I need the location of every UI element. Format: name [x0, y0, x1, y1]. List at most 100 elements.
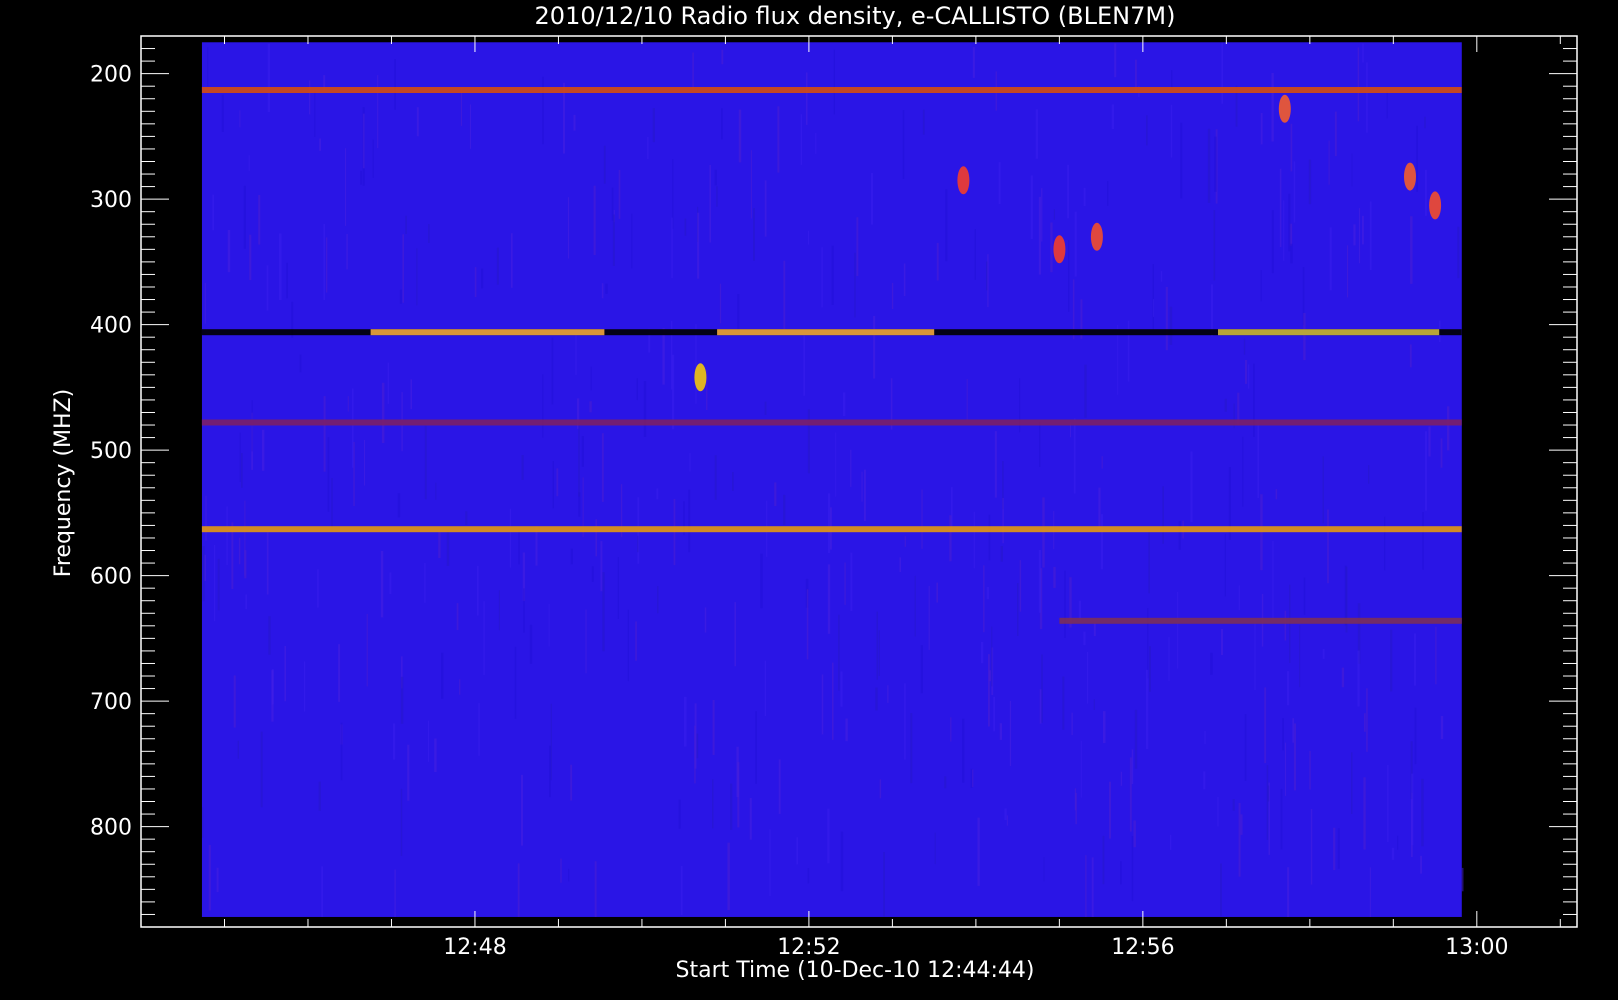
noise-streak: [1091, 857, 1094, 917]
noise-streak: [258, 195, 261, 245]
noise-streak: [459, 679, 461, 695]
noise-streak: [428, 224, 430, 243]
noise-streak: [922, 109, 925, 135]
noise-streak: [377, 75, 379, 149]
noise-streak: [1310, 808, 1313, 885]
noise-streak: [936, 242, 939, 281]
noise-streak: [523, 588, 525, 633]
noise-streak: [1148, 529, 1150, 594]
noise-streak: [407, 744, 410, 801]
noise-streak: [1134, 709, 1138, 769]
noise-streak: [1357, 47, 1360, 122]
noise-streak: [657, 586, 659, 614]
radio-burst: [1278, 94, 1291, 123]
noise-streak: [1083, 187, 1086, 206]
noise-streak: [1386, 91, 1388, 119]
noise-streak: [517, 863, 520, 917]
noise-streak: [647, 137, 649, 159]
noise-streak: [671, 217, 673, 279]
noise-streak: [309, 80, 311, 115]
noise-streak: [1421, 778, 1424, 847]
noise-streak: [1171, 70, 1173, 88]
noise-streak: [635, 621, 637, 661]
noise-streak: [319, 138, 321, 151]
noise-streak: [1260, 113, 1263, 145]
noise-streak: [828, 493, 831, 553]
noise-streak: [1290, 243, 1293, 264]
noise-streak: [945, 189, 948, 262]
noise-streak: [764, 401, 767, 415]
noise-streak: [1098, 487, 1101, 529]
noise-streak: [1131, 836, 1134, 902]
noise-streak: [845, 718, 848, 742]
noise-streak: [684, 696, 687, 747]
noise-streak: [340, 722, 343, 781]
noise-streak: [1224, 398, 1227, 412]
noise-streak: [1114, 43, 1117, 78]
chart-title: 2010/12/10 Radio flux density, e-CALLIST…: [535, 2, 1176, 30]
x-tick-label: 12:52: [777, 935, 840, 960]
noise-streak: [1039, 689, 1042, 724]
noise-streak: [1100, 514, 1104, 570]
x-axis-label: Start Time (10-Dec-10 12:44:44): [676, 958, 1035, 983]
noise-streak: [1409, 344, 1412, 368]
noise-streak: [998, 162, 1001, 205]
noise-streak: [380, 551, 384, 618]
noise-streak: [585, 609, 587, 674]
noise-streak: [1245, 360, 1248, 384]
noise-streak: [389, 572, 392, 594]
noise-streak: [241, 453, 243, 488]
noise-streak: [1284, 610, 1287, 641]
noise-streak: [1053, 566, 1056, 588]
noise-streak: [435, 482, 437, 500]
noise-streak: [208, 845, 211, 911]
noise-streak: [1397, 835, 1399, 850]
noise-streak: [850, 449, 852, 487]
noise-streak: [268, 616, 271, 655]
noise-streak: [394, 59, 396, 110]
noise-streak: [764, 180, 767, 237]
noise-streak: [1178, 521, 1181, 550]
noise-streak: [1117, 324, 1119, 395]
noise-streak: [317, 569, 319, 608]
noise-streak: [1203, 771, 1206, 790]
noise-streak: [1289, 584, 1291, 663]
noise-streak: [509, 508, 511, 568]
radio-burst: [1090, 222, 1103, 251]
noise-streak: [601, 283, 604, 299]
noise-streak: [1041, 188, 1043, 242]
noise-streak: [469, 104, 471, 149]
noise-streak: [1210, 652, 1213, 675]
noise-streak: [1303, 313, 1306, 361]
noise-streak: [244, 550, 247, 579]
noise-streak: [688, 489, 691, 553]
noise-streak: [542, 76, 544, 145]
noise-streak: [529, 624, 533, 664]
noise-streak: [1068, 240, 1070, 312]
noise-streak: [239, 110, 241, 128]
noise-streak: [284, 646, 286, 702]
noise-streak: [477, 565, 479, 616]
noise-streak: [950, 717, 952, 742]
noise-streak: [1017, 583, 1019, 636]
noise-streak: [1424, 116, 1426, 129]
noise-streak: [1369, 867, 1371, 917]
noise-streak: [424, 425, 427, 500]
noise-streak: [755, 711, 757, 784]
noise-streak: [656, 488, 659, 500]
noise-streak: [549, 745, 551, 798]
noise-streak: [216, 867, 219, 893]
noise-streak: [1039, 421, 1041, 467]
radio-burst: [694, 363, 707, 392]
noise-streak: [514, 646, 517, 719]
noise-streak: [267, 43, 270, 113]
noise-streak: [774, 482, 777, 506]
noise-streak: [769, 829, 771, 897]
noise-streak: [360, 170, 362, 185]
noise-streak: [410, 379, 412, 410]
emission-band: [1218, 329, 1440, 336]
noise-streak: [1279, 168, 1282, 247]
noise-streak: [1271, 210, 1274, 274]
noise-streak: [949, 515, 952, 562]
noise-streak: [796, 837, 799, 865]
